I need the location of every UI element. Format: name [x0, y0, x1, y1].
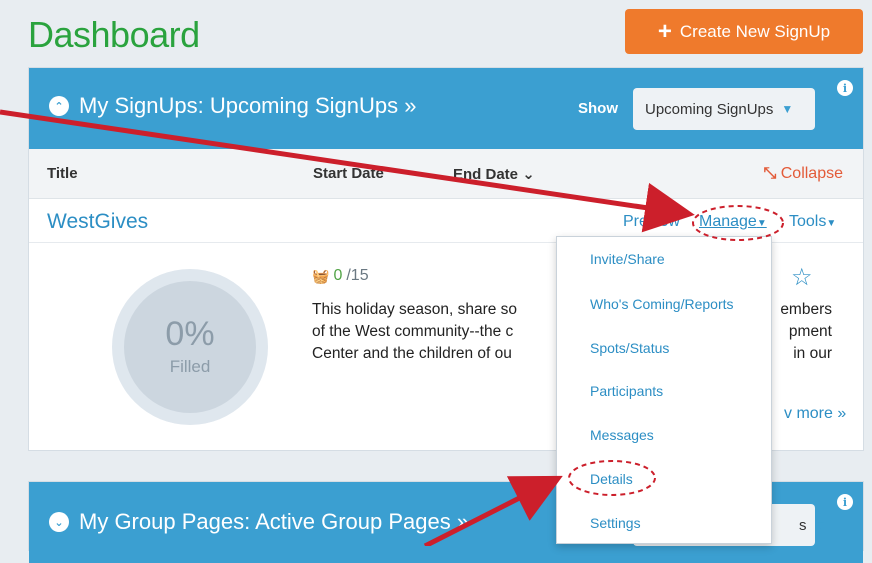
description-line-right: in our — [793, 345, 832, 362]
menu-item-invite-share[interactable]: Invite/Share — [590, 251, 665, 267]
column-header-row: Title Start Date End Date ⌄ ⤡ Collapse — [29, 149, 863, 199]
chevron-down-icon: ⌄ — [522, 166, 535, 183]
caret-down-icon: ▼ — [781, 102, 794, 116]
tools-dropdown-toggle[interactable]: Tools▼ — [789, 213, 836, 231]
description-line: Center and the children of ou — [312, 345, 512, 362]
group-show-filter-value: s — [799, 516, 807, 534]
manage-dropdown-toggle[interactable]: Manage▼ — [699, 213, 767, 231]
create-new-signup-button[interactable]: + Create New SignUp — [625, 9, 863, 54]
basket-icon: 🧺 — [312, 267, 330, 284]
show-label: Show — [578, 100, 618, 117]
group-pages-title-link[interactable]: ⌄ My Group Pages: Active Group Pages » — [49, 509, 469, 535]
favorite-star-icon[interactable]: ☆ — [791, 263, 813, 292]
menu-item-details[interactable]: Details — [590, 471, 633, 487]
filled-label: Filled — [169, 357, 211, 376]
column-title[interactable]: Title — [47, 165, 78, 182]
description-line-right: pment — [788, 323, 832, 340]
description-line: This holiday season, share so — [312, 301, 518, 318]
show-more-link[interactable]: v more » — [784, 405, 846, 423]
info-icon[interactable]: i — [837, 80, 853, 96]
filled-progress-ring: 0% Filled — [112, 269, 268, 425]
column-end-date[interactable]: End Date ⌄ — [453, 165, 535, 183]
collapse-link[interactable]: ⤡ Collapse — [763, 165, 843, 183]
manage-dropdown-menu: Invite/Share Who's Coming/Reports Spots/… — [556, 236, 772, 544]
menu-item-participants[interactable]: Participants — [590, 383, 663, 399]
page-title: Dashboard — [28, 14, 200, 55]
manage-label: Manage — [699, 213, 757, 230]
circle-chevron-down-icon: ⌄ — [49, 512, 69, 532]
caret-down-icon: ▼ — [826, 218, 837, 229]
signups-panel-header: ⌃ My SignUps: Upcoming SignUps » Show Up… — [29, 68, 863, 149]
info-icon[interactable]: i — [837, 494, 853, 510]
signups-panel-title: My SignUps: Upcoming SignUps » — [79, 93, 417, 118]
collapse-icon: ⤡ — [763, 165, 777, 182]
slots-count: 🧺 0/15 — [312, 267, 369, 285]
circle-chevron-icon: ⌃ — [49, 96, 69, 116]
menu-item-whos-coming-reports[interactable]: Who's Coming/Reports — [590, 296, 734, 312]
description-line: of the West community--the c — [312, 323, 514, 340]
signup-title-link[interactable]: WestGives — [47, 210, 148, 234]
slots-filled: 0 — [333, 267, 343, 284]
caret-down-icon: ▼ — [814, 518, 827, 532]
column-start-date[interactable]: Start Date — [313, 165, 384, 182]
column-end-date-label: End Date — [453, 166, 519, 183]
show-filter-select[interactable]: Upcoming SignUps ▼ — [633, 88, 815, 130]
description-line-right: embers — [780, 301, 832, 318]
preview-link[interactable]: Preview — [623, 213, 680, 231]
group-pages-panel-title: My Group Pages: Active Group Pages » — [79, 509, 470, 534]
create-new-signup-label: Create New SignUp — [679, 21, 831, 41]
signups-panel-title-link[interactable]: ⌃ My SignUps: Upcoming SignUps » — [49, 93, 416, 119]
menu-item-spots-status[interactable]: Spots/Status — [590, 340, 669, 356]
plus-icon: + — [657, 17, 672, 45]
slots-total: /15 — [346, 267, 369, 284]
tools-label: Tools — [789, 213, 827, 230]
show-filter-value: Upcoming SignUps — [645, 100, 774, 118]
menu-item-messages[interactable]: Messages — [590, 427, 654, 443]
filled-percent: 0% — [165, 315, 215, 353]
menu-item-settings[interactable]: Settings — [590, 515, 641, 531]
caret-down-icon: ▼ — [756, 218, 767, 229]
collapse-label: Collapse — [780, 165, 843, 182]
